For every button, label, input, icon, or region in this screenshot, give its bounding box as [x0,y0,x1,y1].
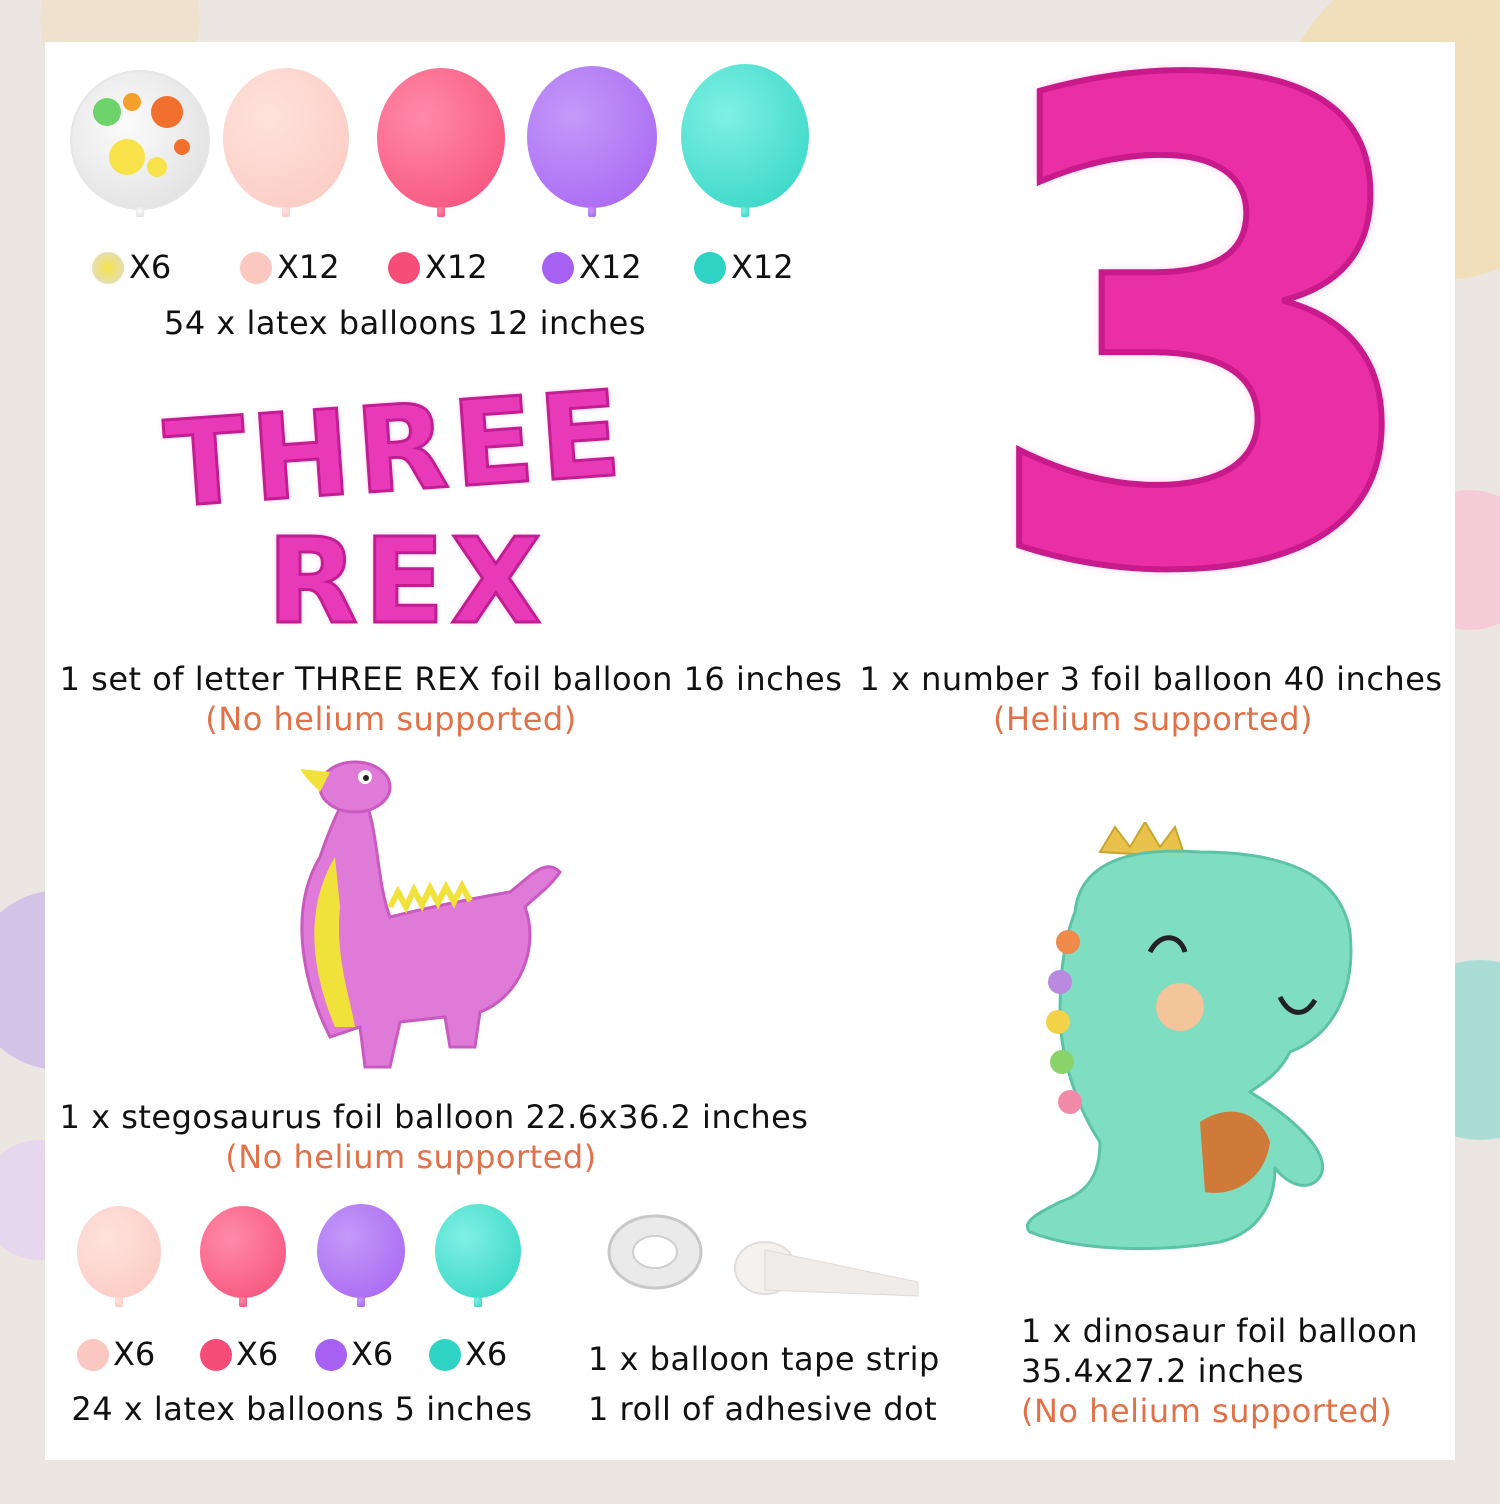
count-peach-5: X6 [113,1335,156,1373]
letters-three: THREE [159,363,632,536]
count-teal: X12 [731,248,794,286]
tape-line1: 1 x balloon tape strip [588,1340,940,1378]
number-3-note: (Helium supported) [993,700,1313,738]
purple-dot [542,252,574,284]
coral-dot [388,252,420,284]
letters-rex: REX [265,511,548,652]
latex-5-caption: 24 x latex balloons 5 inches [71,1390,533,1428]
peach-dot [240,252,272,284]
peach-balloon-5 [77,1206,161,1298]
letters-caption: 1 set of letter THREE REX foil balloon 1… [59,660,843,698]
product-contents-card: X6 X12 X12 X12 X12 54 x latex balloons 1… [45,0,1455,1460]
teal-balloon-12 [681,64,809,208]
count-peach: X12 [277,248,340,286]
tape-line2: 1 roll of adhesive dot [588,1390,938,1428]
number-3-caption: 1 x number 3 foil balloon 40 inches [859,660,1443,698]
count-teal-5: X6 [465,1335,508,1373]
peach-balloon-12 [223,68,349,208]
purple-dot-5 [315,1339,347,1371]
count-purple: X12 [579,248,642,286]
dinosaur-caption-line2: 35.4x27.2 inches [1021,1352,1305,1390]
purple-balloon-12 [527,66,657,208]
dinosaur-balloon [1026,822,1353,1251]
count-purple-5: X6 [351,1335,394,1373]
number-3-balloon: 3 [972,0,1437,716]
stegosaurus-caption: 1 x stegosaurus foil balloon 22.6x36.2 i… [59,1098,809,1136]
coral-balloon-5 [200,1206,286,1298]
dinosaur-note: (No helium supported) [1021,1392,1393,1430]
teal-dot [694,252,726,284]
stegosaurus-note: (No helium supported) [225,1138,597,1176]
latex-12-caption: 54 x latex balloons 12 inches [163,304,647,342]
adhesive-strip [734,1241,919,1297]
teal-balloon-5 [435,1204,521,1298]
letters-note: (No helium supported) [205,700,577,738]
peach-dot-5 [77,1339,109,1371]
teal-dot-5 [429,1339,461,1371]
stegosaurus-balloon [300,760,562,1069]
tape-roll [607,1214,703,1290]
confetti-balloon [70,70,210,210]
count-confetti: X6 [129,248,172,286]
confetti-dot [92,252,124,284]
purple-balloon-5 [317,1204,405,1298]
coral-balloon-12 [377,68,505,208]
coral-dot-5 [200,1339,232,1371]
count-coral-5: X6 [236,1335,279,1373]
dinosaur-caption-line1: 1 x dinosaur foil balloon [1021,1312,1419,1350]
count-coral: X12 [425,248,488,286]
